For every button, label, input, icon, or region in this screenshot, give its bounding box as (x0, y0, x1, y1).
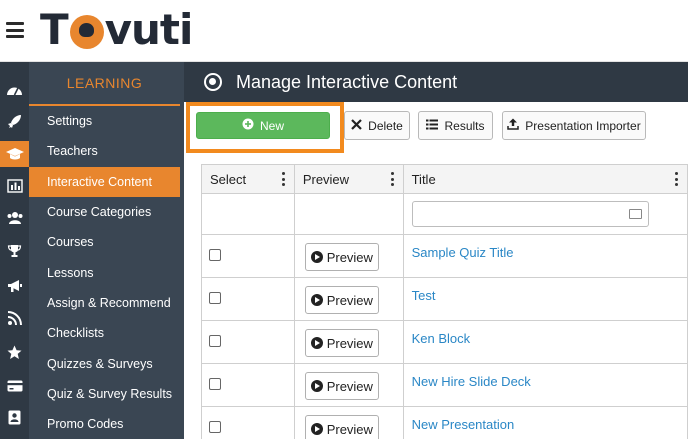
play-circle-icon (310, 251, 323, 263)
presentation-importer-button[interactable]: Presentation Importer (502, 111, 646, 140)
delete-button-label: Delete (368, 118, 403, 133)
sidebar-item-assign-recommend[interactable]: Assign & Recommend (29, 288, 184, 318)
preview-button-label: Preview (326, 249, 373, 265)
play-circle-icon (310, 337, 323, 349)
results-button-label: Results (444, 118, 485, 133)
new-button[interactable]: New (196, 112, 330, 139)
content-title-link[interactable]: Test (412, 288, 436, 303)
content-title-link[interactable]: New Presentation (412, 417, 515, 432)
sidebar-item-teachers[interactable]: Teachers (29, 136, 184, 166)
hamburger-menu-icon[interactable] (6, 22, 24, 38)
sidebar-item-checklists[interactable]: Checklists (29, 318, 184, 348)
row-select-checkbox[interactable] (209, 421, 221, 433)
column-header-select[interactable]: Select (202, 165, 295, 193)
preview-button-label: Preview (326, 335, 373, 351)
preview-button[interactable]: Preview (304, 415, 379, 439)
tovuti-logo[interactable]: T vuti (40, 5, 194, 54)
icon-rail (0, 62, 29, 439)
sidebar-item-settings[interactable]: Settings (29, 106, 184, 136)
users-icon[interactable] (5, 208, 24, 227)
sidebar-item-quizzes-surveys[interactable]: Quizzes & Surveys (29, 348, 184, 378)
table-row: Preview Ken Block (202, 321, 688, 364)
sidebar-item-courses[interactable]: Courses (29, 227, 184, 257)
plus-circle-icon (242, 118, 254, 133)
filter-cell-preview (295, 194, 404, 234)
content-title-link[interactable]: New Hire Slide Deck (412, 374, 531, 389)
filter-cell-select (202, 194, 295, 234)
toolbar: New Delete Results Presentation Importer (184, 102, 688, 162)
sidebar-item-lessons[interactable]: Lessons (29, 257, 184, 287)
content-title-link[interactable]: Sample Quiz Title (412, 245, 514, 260)
page-title: Manage Interactive Content (236, 71, 458, 92)
preview-button[interactable]: Preview (304, 243, 379, 271)
rocket-icon[interactable] (5, 112, 24, 131)
play-circle-icon (310, 294, 323, 306)
row-select-checkbox[interactable] (209, 335, 221, 347)
app-root: T vuti LEARNING Settings Teachers Intera… (0, 0, 688, 439)
column-header-title[interactable]: Title (403, 165, 688, 193)
play-circle-icon (310, 380, 323, 392)
column-header-preview[interactable]: Preview (294, 165, 404, 193)
preview-button-label: Preview (326, 378, 373, 394)
sidebar-item-quiz-survey-results[interactable]: Quiz & Survey Results (29, 379, 184, 409)
row-select-checkbox[interactable] (209, 249, 221, 261)
row-select-checkbox[interactable] (209, 378, 221, 390)
table-row: Preview New Presentation (202, 407, 688, 439)
sidebar: LEARNING Settings Teachers Interactive C… (29, 62, 184, 439)
play-circle-icon (310, 423, 323, 435)
graduation-cap-icon[interactable] (0, 141, 29, 167)
column-header-label: Preview (302, 172, 350, 187)
table-row: Preview Sample Quiz Title (202, 235, 688, 278)
bar-chart-icon[interactable] (5, 176, 24, 195)
main-content: Manage Interactive Content New Delete Re… (184, 62, 688, 439)
title-bar: Manage Interactive Content (184, 62, 688, 102)
column-menu-icon[interactable] (390, 172, 395, 186)
column-header-label: Title (411, 172, 436, 187)
preview-button[interactable]: Preview (304, 286, 379, 314)
results-button[interactable]: Results (418, 111, 493, 140)
preview-button[interactable]: Preview (304, 329, 379, 357)
content-table: Select Preview Title Preview Sample Quiz… (201, 164, 688, 439)
credit-card-icon[interactable] (5, 376, 24, 395)
table-filter-row (202, 194, 688, 235)
dashboard-icon[interactable] (5, 80, 24, 99)
upload-icon (507, 118, 520, 133)
table-header-row: Select Preview Title (202, 165, 688, 194)
radio-target-icon (204, 73, 222, 91)
preview-button-label: Preview (326, 292, 373, 308)
presentation-importer-label: Presentation Importer (525, 118, 641, 133)
id-badge-icon[interactable] (5, 408, 24, 427)
new-button-label: New (259, 118, 284, 133)
megaphone-icon[interactable] (5, 276, 24, 295)
logo-elephant-icon (69, 15, 104, 49)
table-row: Preview Test (202, 278, 688, 321)
sidebar-heading: LEARNING (29, 62, 180, 106)
close-icon (351, 118, 362, 133)
logo-letters: vuti (104, 5, 194, 54)
list-icon (426, 118, 439, 133)
filter-cell-title (404, 194, 688, 234)
logo-letter-t: T (40, 5, 69, 54)
delete-button[interactable]: Delete (344, 111, 410, 140)
star-icon[interactable] (5, 343, 24, 362)
sidebar-item-course-categories[interactable]: Course Categories (29, 197, 184, 227)
sidebar-item-promo-codes[interactable]: Promo Codes (29, 409, 184, 439)
row-select-checkbox[interactable] (209, 292, 221, 304)
table-row: Preview New Hire Slide Deck (202, 364, 688, 407)
preview-button[interactable]: Preview (304, 372, 379, 400)
sidebar-item-interactive-content[interactable]: Interactive Content (29, 166, 180, 197)
content-title-link[interactable]: Ken Block (412, 331, 471, 346)
trophy-icon[interactable] (5, 242, 24, 261)
title-filter-input[interactable] (411, 201, 649, 227)
column-menu-icon[interactable] (675, 172, 679, 186)
filter-options-icon[interactable] (628, 209, 642, 219)
column-menu-icon[interactable] (281, 172, 286, 186)
column-header-label: Select (210, 172, 247, 187)
top-header: T vuti (0, 0, 688, 62)
feed-icon[interactable] (5, 309, 24, 328)
preview-button-label: Preview (326, 421, 373, 437)
